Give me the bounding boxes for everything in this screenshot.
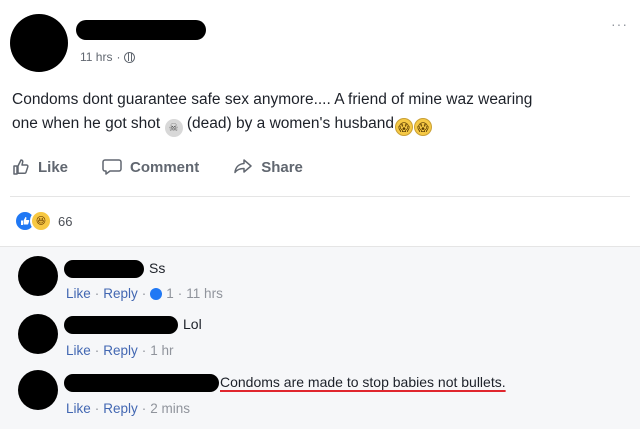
- reaction-count: 66: [58, 213, 73, 229]
- scream-emoji-icon: 😱: [414, 118, 433, 136]
- commenter-name-redacted[interactable]: [64, 260, 144, 278]
- like-reaction-icon: [150, 287, 163, 300]
- reactions-summary[interactable]: 😆 66: [14, 210, 72, 232]
- comment-meta: Like · Reply · 1 hr: [66, 343, 174, 358]
- comment-like-link[interactable]: Like: [66, 286, 91, 301]
- post-text-line2-a: one when he got shot: [12, 115, 161, 132]
- share-button[interactable]: Share: [233, 158, 303, 176]
- comment-avatar[interactable]: [18, 370, 58, 410]
- comment-button[interactable]: Comment: [102, 158, 199, 176]
- comment-time[interactable]: 11 hrs: [186, 286, 223, 301]
- comment-time[interactable]: 1 hr: [150, 343, 173, 358]
- post-time[interactable]: 11 hrs: [80, 50, 112, 64]
- post-actions: Like Comment Share: [12, 158, 303, 176]
- more-options-icon[interactable]: ···: [611, 16, 628, 32]
- comment-reply-link[interactable]: Reply: [103, 343, 138, 358]
- comment-like-link[interactable]: Like: [66, 401, 91, 416]
- thumbs-up-icon: [13, 159, 29, 175]
- scream-emoji-icon: 😱: [395, 118, 414, 136]
- comment-time[interactable]: 2 mins: [150, 401, 190, 416]
- author-name-redacted[interactable]: [76, 20, 206, 40]
- post-text: Condoms dont guarantee safe sex anymore.…: [12, 88, 628, 137]
- comment-icon: [102, 159, 122, 175]
- comment-text: Lol: [183, 316, 202, 332]
- divider: [10, 196, 630, 197]
- share-arrow-icon: [234, 159, 252, 174]
- like-button[interactable]: Like: [12, 158, 68, 176]
- comment-like-count: 1: [166, 286, 174, 301]
- post-card: 11 hrs · ··· Condoms dont guarantee safe…: [0, 0, 640, 429]
- like-label: Like: [38, 158, 69, 176]
- commenter-name-redacted[interactable]: [64, 316, 178, 334]
- commenter-name-redacted[interactable]: [64, 374, 219, 392]
- post-text-line2-b: (dead) by a women's husband: [186, 115, 395, 132]
- skull-emoji-icon: ☠: [164, 119, 183, 137]
- comment-meta: Like · Reply · 1 · 11 hrs: [66, 286, 223, 301]
- comment-reply-link[interactable]: Reply: [103, 286, 138, 301]
- comment-like-link[interactable]: Like: [66, 343, 91, 358]
- author-avatar[interactable]: [10, 14, 68, 72]
- comment-label: Comment: [130, 158, 200, 176]
- globe-icon: [124, 51, 136, 63]
- share-label: Share: [261, 158, 303, 176]
- post-meta: 11 hrs ·: [80, 50, 136, 64]
- comment-avatar[interactable]: [18, 314, 58, 354]
- meta-separator: ·: [116, 50, 121, 64]
- comment-reply-link[interactable]: Reply: [103, 401, 138, 416]
- comment-meta: Like · Reply · 2 mins: [66, 401, 191, 416]
- post-text-line1: Condoms dont guarantee safe sex anymore.…: [12, 91, 533, 108]
- haha-reaction-icon: 😆: [30, 210, 52, 232]
- comment-text: Ss: [149, 260, 166, 276]
- comment-text: Condoms are made to stop babies not bull…: [220, 374, 506, 390]
- comment-avatar[interactable]: [18, 256, 58, 296]
